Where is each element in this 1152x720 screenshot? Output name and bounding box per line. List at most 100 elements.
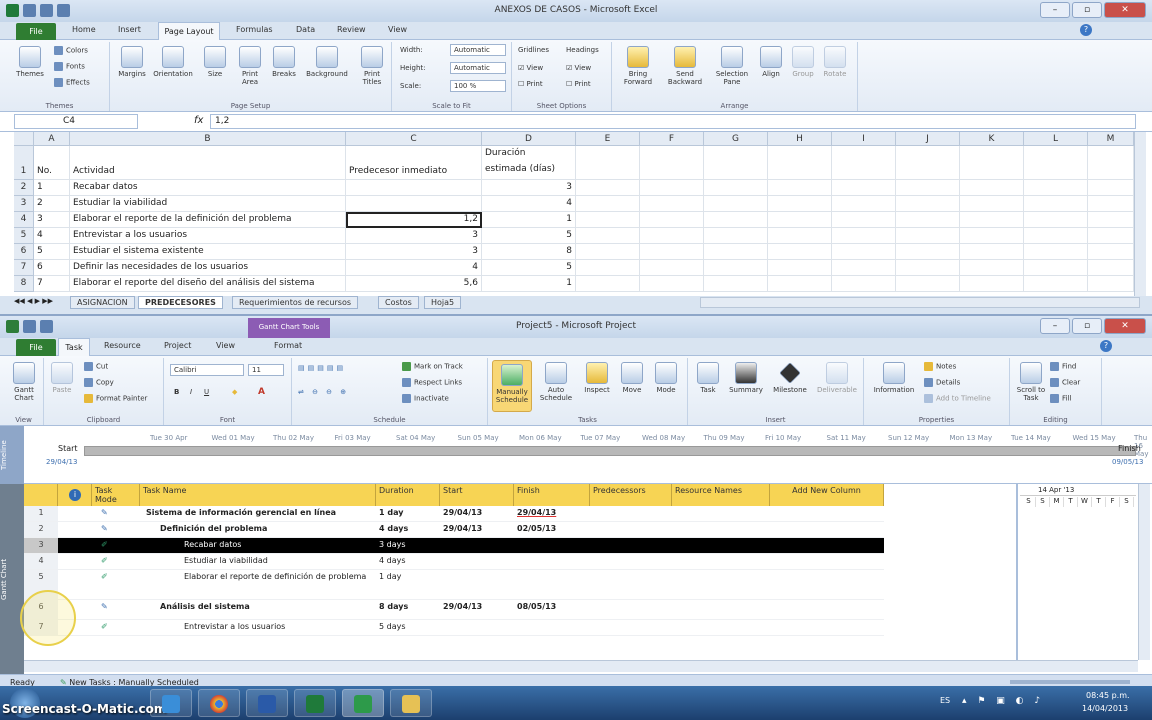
empty-cell[interactable] — [576, 180, 640, 196]
notes-button[interactable]: Notes — [924, 362, 956, 371]
paste-button[interactable]: Paste — [46, 362, 78, 394]
cell-activity[interactable]: Recabar datos — [70, 180, 346, 196]
cell-activity[interactable]: Entrevistar a los usuarios — [70, 228, 346, 244]
gantt-column-header[interactable]: Finish — [514, 484, 590, 506]
vertical-scrollbar[interactable] — [1134, 132, 1146, 300]
gantt-corner[interactable] — [24, 484, 58, 506]
gantt-column-header[interactable]: Duration — [376, 484, 440, 506]
send-backward-button[interactable]: Send Backward — [662, 46, 708, 86]
cell-no[interactable]: 5 — [34, 244, 70, 260]
task-name[interactable]: Estudiar la viabilidad — [140, 554, 376, 570]
column-header[interactable]: D — [482, 132, 576, 146]
task-name[interactable]: Recabar datos — [140, 538, 376, 554]
size-button[interactable]: Size — [200, 46, 230, 78]
empty-cell[interactable] — [704, 180, 768, 196]
task-duration[interactable]: 4 days — [376, 554, 440, 570]
minimize-button[interactable]: – — [1040, 2, 1070, 18]
project-tab-project[interactable]: Project — [164, 341, 191, 350]
timeline-bar[interactable] — [84, 446, 1136, 456]
cell-activity[interactable]: Definir las necesidades de los usuarios — [70, 260, 346, 276]
empty-cell[interactable] — [960, 276, 1024, 292]
empty-cell[interactable] — [768, 260, 832, 276]
gridlines-print-checkbox[interactable]: ☐ Print — [518, 80, 543, 88]
empty-cell[interactable] — [960, 180, 1024, 196]
move-button[interactable]: Move — [616, 362, 648, 394]
task-resources[interactable] — [672, 620, 770, 636]
sheet-nav-arrows[interactable]: ◀◀ ◀ ▶ ▶▶ — [14, 297, 53, 305]
maximize-button[interactable]: ▫ — [1072, 2, 1102, 18]
orientation-button[interactable]: Orientation — [150, 46, 196, 78]
task-start[interactable] — [440, 554, 514, 570]
task-resources[interactable] — [672, 570, 770, 600]
fonts-button[interactable]: Fonts — [54, 62, 85, 71]
empty-cell[interactable] — [1024, 260, 1088, 276]
row-header[interactable]: 4 — [14, 212, 34, 228]
empty-cell[interactable] — [960, 260, 1024, 276]
status-new-tasks[interactable]: ✎ New Tasks : Manually Scheduled — [60, 678, 199, 686]
task-name[interactable]: Sistema de información gerencial en líne… — [140, 506, 376, 522]
align-button[interactable]: Align — [756, 46, 786, 78]
font-name-select[interactable]: Calibri — [170, 364, 244, 376]
empty-cell[interactable] — [832, 146, 896, 180]
close-button[interactable]: ✕ — [1104, 2, 1146, 18]
schedule-link-icons[interactable]: ⇌ ⊖ ⊖ ⊕ — [298, 388, 349, 396]
column-header[interactable]: E — [576, 132, 640, 146]
empty-cell[interactable] — [1024, 244, 1088, 260]
cell-duration[interactable]: 3 — [482, 180, 576, 196]
task-duration[interactable]: 4 days — [376, 522, 440, 538]
background-button[interactable]: Background — [302, 46, 352, 78]
inspect-button[interactable]: Inspect — [580, 362, 614, 394]
select-all-corner[interactable] — [14, 132, 34, 146]
task-duration[interactable]: 1 day — [376, 570, 440, 600]
clock-time[interactable]: 08:45 p.m. — [1086, 691, 1130, 700]
gridlines-view-checkbox[interactable]: ☑ View — [518, 64, 543, 72]
zoom-slider[interactable] — [1010, 680, 1130, 684]
sheet-tab-asignacion[interactable]: ASIGNACION — [70, 296, 135, 309]
gantt-column-header[interactable]: Add New Column — [770, 484, 884, 506]
empty-cell[interactable] — [768, 146, 832, 180]
empty-cell[interactable] — [640, 276, 704, 292]
cell-no[interactable]: 7 — [34, 276, 70, 292]
task-finish[interactable]: 29/04/13 — [514, 506, 590, 522]
task-finish[interactable] — [514, 554, 590, 570]
breaks-button[interactable]: Breaks — [268, 46, 300, 78]
cell-duration[interactable]: 1 — [482, 276, 576, 292]
taskbar-word[interactable] — [246, 689, 288, 717]
task-name[interactable]: Definición del problema — [140, 522, 376, 538]
tab-review[interactable]: Review — [337, 25, 366, 34]
gantt-vertical-scrollbar[interactable] — [1138, 484, 1150, 660]
empty-cell[interactable] — [576, 228, 640, 244]
italic-button[interactable]: I — [190, 388, 192, 396]
headings-print-checkbox[interactable]: ☐ Print — [566, 80, 591, 88]
tab-data[interactable]: Data — [296, 25, 315, 34]
empty-cell[interactable] — [960, 228, 1024, 244]
task-name[interactable]: Elaborar el reporte de definición de pro… — [140, 570, 376, 600]
mode-button[interactable]: Mode — [650, 362, 682, 394]
task-start[interactable]: 29/04/13 — [440, 506, 514, 522]
empty-cell[interactable] — [960, 146, 1024, 180]
manually-schedule-button[interactable]: Manually Schedule — [492, 360, 532, 412]
empty-cell[interactable] — [576, 212, 640, 228]
task-resources[interactable] — [672, 600, 770, 620]
tab-insert[interactable]: Insert — [118, 25, 141, 34]
clear-button[interactable]: Clear — [1050, 378, 1080, 387]
empty-cell[interactable] — [1088, 244, 1134, 260]
empty-cell[interactable] — [832, 180, 896, 196]
empty-cell[interactable] — [1088, 180, 1134, 196]
task-start[interactable] — [440, 620, 514, 636]
empty-cell[interactable] — [704, 228, 768, 244]
empty-cell[interactable] — [704, 212, 768, 228]
empty-cell[interactable] — [1024, 196, 1088, 212]
header-cell[interactable]: Predecesor inmediato — [346, 146, 482, 180]
group-button[interactable]: Group — [788, 46, 818, 78]
colors-button[interactable]: Colors — [54, 46, 88, 55]
details-button[interactable]: Details — [924, 378, 960, 387]
empty-cell[interactable] — [768, 244, 832, 260]
project-help-icon[interactable]: ? — [1100, 340, 1112, 352]
empty-cell[interactable] — [768, 276, 832, 292]
empty-cell[interactable] — [768, 228, 832, 244]
scroll-to-task-button[interactable]: Scroll to Task — [1014, 362, 1048, 402]
bring-forward-button[interactable]: Bring Forward — [616, 46, 660, 86]
empty-cell[interactable] — [832, 276, 896, 292]
tab-home[interactable]: Home — [72, 25, 96, 34]
